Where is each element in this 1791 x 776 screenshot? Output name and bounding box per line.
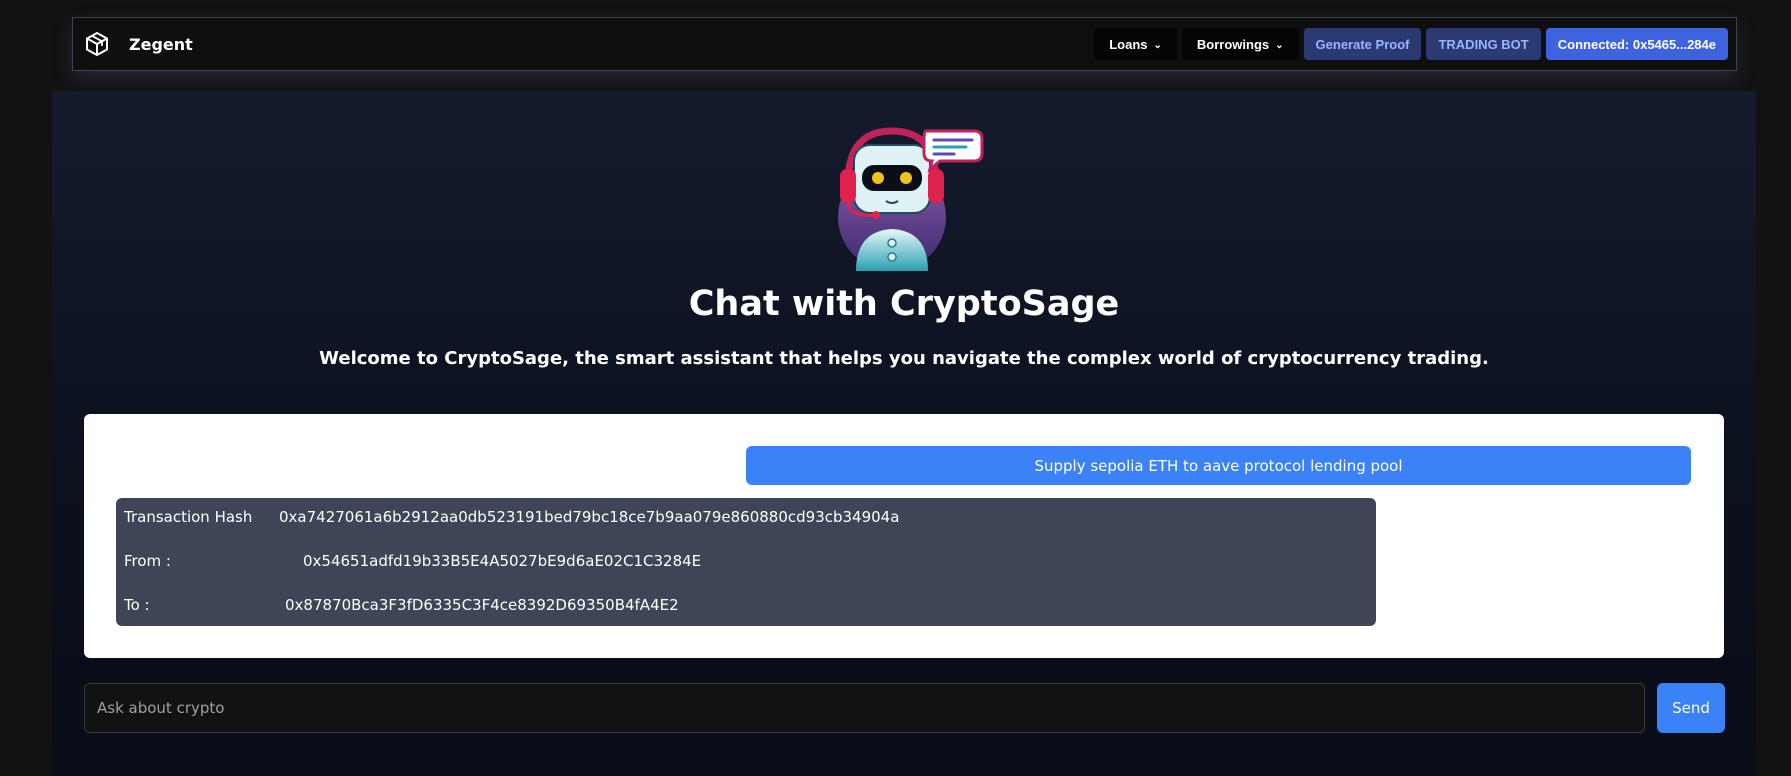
brand[interactable]: Zegent	[83, 30, 193, 58]
transaction-details-card: Transaction Hash 0xa7427061a6b2912aa0db5…	[116, 498, 1376, 626]
send-button[interactable]: Send	[1657, 683, 1725, 733]
tx-hash-value: 0xa7427061a6b2912aa0db523191bed79bc18ce7…	[279, 508, 900, 526]
tx-to-value: 0x87870Bca3F3fD6335C3F4ce8392D69350B4fA4…	[285, 596, 679, 614]
chevron-down-icon: ⌄	[1153, 39, 1162, 51]
trading-bot-button[interactable]: TRADING BOT	[1426, 28, 1541, 60]
page-title: Chat with CryptoSage	[688, 284, 1120, 324]
borrowings-label: Borrowings	[1196, 36, 1270, 52]
loans-dropdown[interactable]: Loans ⌄	[1094, 28, 1177, 60]
nav-actions: Loans ⌄ Borrowings ⌄ Generate Proof TRAD…	[1094, 28, 1728, 60]
tx-to-label: To :	[124, 596, 150, 614]
user-message-bubble: Supply sepolia ETH to aave protocol lend…	[746, 446, 1691, 485]
chatbot-robot-icon	[834, 121, 994, 271]
chat-composer: Send	[84, 683, 1725, 733]
generate-proof-button[interactable]: Generate Proof	[1303, 28, 1422, 60]
ask-crypto-input[interactable]	[84, 683, 1645, 733]
tx-from-label: From :	[124, 552, 171, 570]
top-navbar: Zegent Loans ⌄ Borrowings ⌄ Generate Pro…	[72, 17, 1737, 71]
main-panel: Chat with CryptoSage Welcome to CryptoSa…	[52, 91, 1756, 776]
tx-hash-label: Transaction Hash	[124, 508, 253, 526]
chat-history-panel: Supply sepolia ETH to aave protocol lend…	[84, 414, 1724, 658]
page-subtitle: Welcome to CryptoSage, the smart assista…	[319, 348, 1489, 369]
tx-from-value: 0x54651adfd19b33B5E4A5027bE9d6aE02C1C328…	[303, 552, 702, 570]
wallet-connected-button[interactable]: Connected: 0x5465...284e	[1545, 28, 1728, 60]
borrowings-dropdown[interactable]: Borrowings ⌄	[1181, 28, 1299, 60]
loans-label: Loans	[1109, 36, 1148, 52]
cube-icon	[83, 30, 111, 58]
chevron-down-icon: ⌄	[1275, 39, 1284, 51]
brand-name: Zegent	[129, 34, 193, 54]
